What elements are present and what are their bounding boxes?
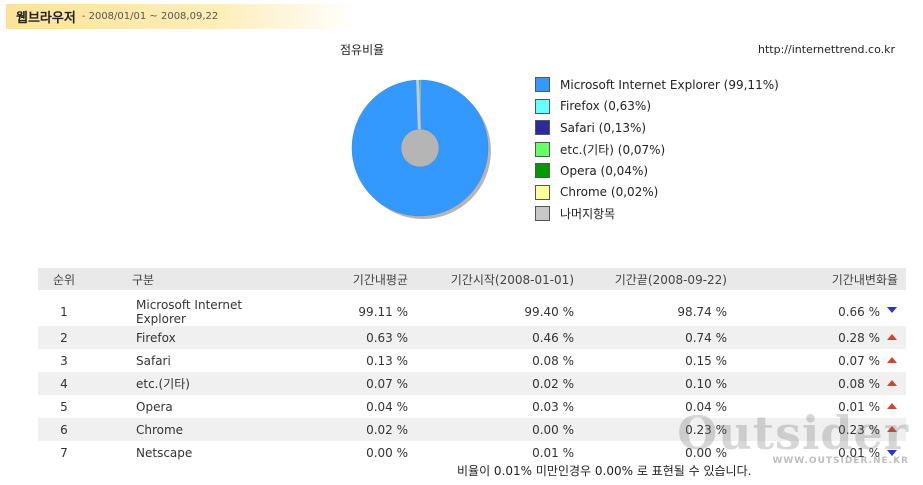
- cell-change: 0.66 %: [727, 298, 906, 326]
- pie-small-slices-mark: [416, 79, 421, 130]
- legend-swatch: [535, 163, 550, 179]
- header-name: 구분: [132, 272, 155, 287]
- cell-name: Opera: [136, 399, 173, 414]
- cell-rank: 7: [60, 445, 68, 460]
- cell-avg: 0.63 %: [366, 330, 408, 345]
- table-header-row: 순위 구분 기간내평균 기간시작(2008-01-01) 기간끝(2008-09…: [38, 268, 906, 290]
- legend-label: Firefox (0,63%): [560, 99, 652, 114]
- cell-avg: 0.07 %: [366, 376, 408, 391]
- spacer-cell: [38, 290, 906, 298]
- legend-item-3: etc.(기타) (0,07%): [535, 139, 779, 161]
- table-row: 2 Firefox 0.63 % 0.46 % 0.74 % 0.28 %: [38, 326, 906, 349]
- legend-swatch: [535, 206, 550, 222]
- arrow-up-icon: [887, 380, 897, 386]
- cell-change: 0.08 %: [727, 372, 906, 395]
- cell-start: 0.46 %: [532, 330, 574, 345]
- table-row: 3 Safari 0.13 % 0.08 % 0.15 % 0.07 %: [38, 349, 906, 372]
- legend-label: etc.(기타) (0,07%): [560, 142, 666, 157]
- cell-start: 0.01 %: [532, 445, 574, 460]
- cell-start: 99.40 %: [524, 305, 574, 319]
- pie-chart: [351, 79, 491, 219]
- table-row: 4 etc.(기타) 0.07 % 0.02 % 0.10 % 0.08 %: [38, 372, 906, 395]
- header-bar: 웹브라우저 - 2008/01/01 ~ 2008,09,22: [6, 4, 356, 29]
- cell-rank: 6: [60, 422, 68, 437]
- cell-start: 0.03 %: [532, 399, 574, 414]
- cell-name: Netscape: [136, 445, 193, 460]
- watermark: Outsider WWW.OUTSIDER.NE.KR: [677, 410, 909, 466]
- cell-avg: 99.11 %: [358, 305, 408, 319]
- date-range: - 2008/01/01 ~ 2008,09,22: [81, 11, 219, 22]
- arrow-up-icon: [887, 357, 897, 363]
- cell-rank: 3: [60, 353, 68, 368]
- cell-rank: 4: [60, 376, 68, 391]
- cell-name: Safari: [136, 353, 171, 368]
- table-spacer-row: [38, 290, 906, 298]
- cell-change: 0.07 %: [727, 349, 906, 372]
- legend-item-5: Chrome (0,02%): [535, 182, 779, 204]
- cell-name: Chrome: [136, 422, 184, 437]
- legend-item-0: Microsoft Internet Explorer (99,11%): [535, 74, 779, 96]
- cell-end: 98.74 %: [677, 305, 727, 319]
- legend-item-6: 나머지항목: [535, 203, 779, 225]
- chart-title: 점유비율: [340, 43, 385, 57]
- cell-avg: 0.04 %: [366, 399, 408, 414]
- cell-avg: 0.00 %: [366, 445, 408, 460]
- legend-label: Safari (0,13%): [560, 120, 647, 135]
- cell-start: 0.02 %: [532, 376, 574, 391]
- header-rank: 순위: [52, 272, 76, 287]
- legend-item-2: Safari (0,13%): [535, 117, 779, 139]
- legend-swatch: [535, 77, 550, 93]
- header-end: 기간끝(2008-09-22): [614, 272, 727, 287]
- cell-avg: 0.13 %: [366, 353, 408, 368]
- legend-label: Microsoft Internet Explorer (99,11%): [560, 77, 779, 92]
- page-title: 웹브라우저: [16, 11, 76, 26]
- watermark-text: Outsider: [677, 406, 909, 460]
- legend-label: Chrome (0,02%): [560, 185, 659, 200]
- header-change: 기간내변화율: [831, 272, 898, 287]
- cell-start: 0.00 %: [532, 422, 574, 437]
- chart-legend: Microsoft Internet Explorer (99,11%) Fire…: [535, 74, 779, 225]
- table-row: 1 Microsoft Internet Explorer 99.11 % 99.40…: [38, 298, 906, 326]
- header-avg: 기간내평균: [352, 272, 408, 287]
- cell-name: Microsoft Internet Explorer: [136, 298, 243, 326]
- legend-item-1: Firefox (0,63%): [535, 96, 779, 118]
- cell-name: etc.(기타): [136, 377, 190, 391]
- cell-end: 0.10 %: [685, 376, 727, 391]
- cell-name: Firefox: [136, 330, 176, 345]
- legend-label: Opera (0,04%): [560, 163, 649, 178]
- cell-start: 0.08 %: [532, 353, 574, 368]
- cell-avg: 0.02 %: [366, 422, 408, 437]
- legend-item-4: Opera (0,04%): [535, 160, 779, 182]
- arrow-up-icon: [887, 334, 897, 340]
- header-start: 기간시작(2008-01-01): [450, 272, 574, 287]
- legend-swatch: [535, 120, 550, 136]
- cell-rank: 1: [60, 305, 68, 319]
- legend-swatch: [535, 184, 550, 200]
- cell-end: 0.74 %: [685, 330, 727, 345]
- cell-rank: 5: [60, 399, 68, 414]
- legend-label: 나머지항목: [560, 207, 616, 222]
- cell-change: 0.28 %: [727, 326, 906, 349]
- arrow-down-icon: [887, 307, 897, 313]
- legend-swatch: [535, 98, 550, 114]
- legend-swatch: [535, 141, 550, 157]
- source-url: http://internettrend.co.kr: [758, 43, 895, 56]
- cell-end: 0.15 %: [685, 353, 727, 368]
- cell-rank: 2: [60, 330, 68, 345]
